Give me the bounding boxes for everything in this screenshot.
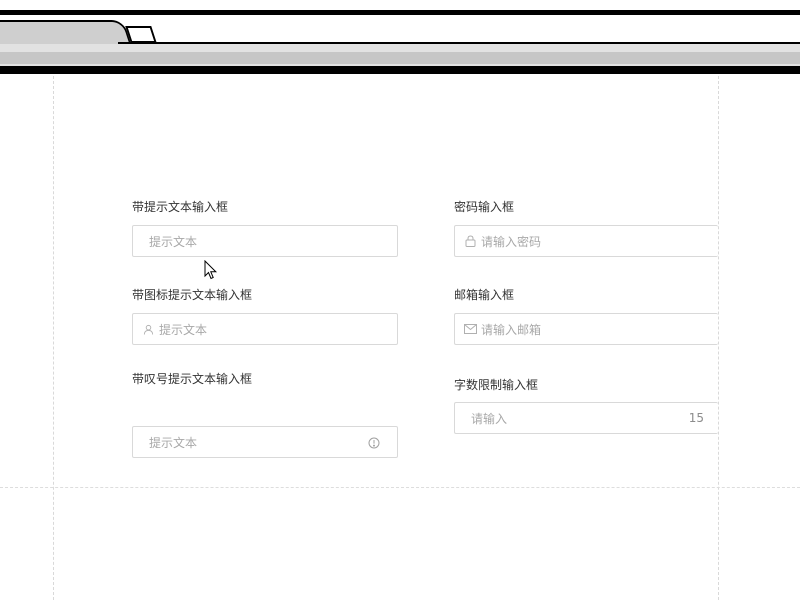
plain-input-label: 带提示文本输入框 bbox=[132, 200, 229, 214]
new-tab-button[interactable] bbox=[125, 26, 157, 43]
guide-line-bottom bbox=[0, 487, 800, 488]
email-input[interactable]: 请输入邮箱 bbox=[454, 313, 718, 345]
exclamation-input-placeholder: 提示文本 bbox=[149, 435, 198, 450]
password-input-placeholder: 请输入密码 bbox=[481, 234, 542, 249]
icon-input-placeholder: 提示文本 bbox=[159, 322, 208, 337]
guide-line-right bbox=[718, 76, 719, 600]
icon-input-label: 带图标提示文本输入框 bbox=[132, 288, 253, 302]
exclamation-input-label: 带叹号提示文本输入框 bbox=[132, 372, 253, 386]
window-border-bottom bbox=[0, 66, 800, 74]
page: 带提示文本输入框 提示文本 带图标提示文本输入框 提示文本 带叹号提示文本输入框… bbox=[0, 0, 800, 600]
browser-chrome bbox=[0, 0, 800, 76]
exclamation-text-input[interactable]: 提示文本 bbox=[132, 426, 398, 458]
char-count: 15 bbox=[688, 411, 704, 425]
email-input-placeholder: 请输入邮箱 bbox=[481, 322, 542, 337]
email-input-label: 邮箱输入框 bbox=[454, 288, 515, 302]
toolbar-band bbox=[0, 52, 800, 64]
limit-input-label: 字数限制输入框 bbox=[454, 378, 539, 392]
browser-tab[interactable] bbox=[0, 20, 132, 46]
info-circle-icon[interactable] bbox=[367, 436, 381, 450]
lock-icon bbox=[463, 234, 477, 248]
plain-text-input[interactable]: 提示文本 bbox=[132, 225, 398, 257]
char-limit-input[interactable]: 请输入 15 bbox=[454, 402, 718, 434]
plain-input-placeholder: 提示文本 bbox=[149, 234, 198, 249]
mail-icon bbox=[463, 322, 477, 336]
icon-text-input[interactable]: 提示文本 bbox=[132, 313, 398, 345]
limit-input-placeholder: 请输入 bbox=[471, 411, 508, 426]
user-icon bbox=[141, 322, 155, 336]
guide-line-left bbox=[53, 76, 54, 600]
mouse-cursor-icon bbox=[204, 259, 218, 284]
password-input[interactable]: 请输入密码 bbox=[454, 225, 718, 257]
password-input-label: 密码输入框 bbox=[454, 200, 515, 214]
